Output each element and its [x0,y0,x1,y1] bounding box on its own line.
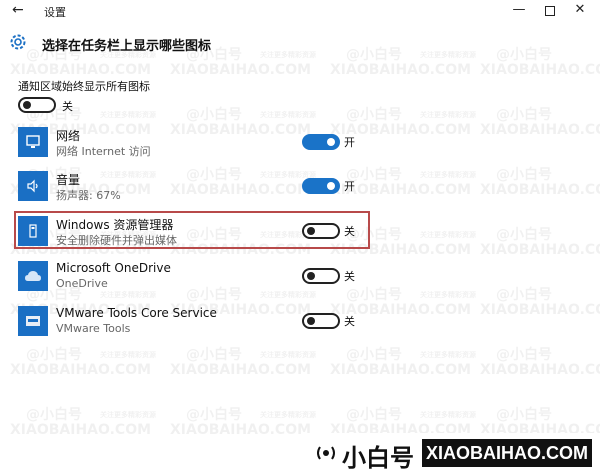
maximize-button[interactable] [539,2,561,20]
watermark-small: 关注更多精彩资源 [260,51,316,59]
watermark-domain: XIAOBAIHAO.COM [170,362,312,378]
onedrive-toggle[interactable] [302,268,340,284]
watermark-handle: @小白号 [496,107,552,123]
page-title: 选择在任务栏上显示哪些图标 [42,39,212,54]
toggle-knob [23,101,31,109]
broadcast-icon [317,446,335,460]
app-row-vmware: VMware Tools Core Service VMware Tools 关 [18,306,578,340]
network-toggle[interactable] [302,134,340,150]
watermark-handle: @小白号 [496,47,552,63]
app-tile [18,127,48,157]
brand-name-en: XIAOBAIHAO.COM [422,439,592,467]
vmware-toggle[interactable] [302,313,340,329]
title-bar: ← 设置 — ✕ [0,0,600,22]
toggle-knob [327,138,335,146]
watermark-small: 关注更多精彩资源 [100,111,156,119]
watermark-handle: @小白号 [346,107,402,123]
gear-icon [10,34,26,50]
watermark-small: 关注更多精彩资源 [420,351,476,359]
speaker-icon [27,179,38,193]
watermark-small: 关注更多精彩资源 [420,111,476,119]
watermark-small: 关注更多精彩资源 [260,111,316,119]
app-desc: 网络 Internet 访问 [56,145,151,158]
app-row-onedrive: Microsoft OneDrive OneDrive 关 [18,261,578,295]
explorer-toggle[interactable] [302,223,340,239]
volume-toggle[interactable] [302,178,340,194]
watermark-domain: XIAOBAIHAO.COM [330,362,472,378]
brand-name-cn: 小白号 [342,444,414,472]
app-desc: 扬声器: 67% [56,189,121,202]
watermark-small: 关注更多精彩资源 [100,411,156,419]
toggle-knob [307,227,315,235]
volume-state: 开 [344,180,355,193]
watermark-handle: @小白号 [186,407,242,423]
app-name: Windows 资源管理器 [56,218,174,232]
network-state: 开 [344,136,355,149]
usb-drive-icon [29,224,37,238]
toggle-knob [307,317,315,325]
app-name: 网络 [56,129,81,143]
watermark-small: 关注更多精彩资源 [260,411,316,419]
watermark-handle: @小白号 [26,347,82,363]
app-tile [18,216,48,246]
watermark-handle: @小白号 [346,47,402,63]
app-desc: OneDrive [56,277,108,290]
watermark-domain: XIAOBAIHAO.COM [480,362,600,378]
app-name: Microsoft OneDrive [56,261,171,275]
watermark-domain: XIAOBAIHAO.COM [10,62,152,78]
watermark-handle: @小白号 [346,347,402,363]
vmware-icon [26,316,40,326]
watermark-handle: @小白号 [186,107,242,123]
watermark-handle: @小白号 [186,347,242,363]
watermark-small: 关注更多精彩资源 [260,351,316,359]
app-desc: VMware Tools [56,322,131,335]
app-name: 音量 [56,173,81,187]
minimize-button[interactable]: — [508,2,530,20]
watermark-domain: XIAOBAIHAO.COM [170,422,312,438]
app-row-network: 网络 网络 Internet 访问 开 [18,127,578,161]
cloud-icon [25,271,41,281]
toggle-knob [327,182,335,190]
watermark-domain: XIAOBAIHAO.COM [10,362,152,378]
explorer-state: 关 [344,225,355,238]
always-show-toggle[interactable] [18,97,56,113]
watermark-handle: @小白号 [346,407,402,423]
watermark-domain: XIAOBAIHAO.COM [10,422,152,438]
vmware-state: 关 [344,315,355,328]
onedrive-state: 关 [344,270,355,283]
brand-watermark: 小白号 XIAOBAIHAO.COM [306,433,600,473]
watermark-small: 关注更多精彩资源 [420,51,476,59]
always-show-state: 关 [62,100,73,113]
app-tile [18,306,48,336]
toggle-knob [307,272,315,280]
back-arrow-icon[interactable]: ← [12,2,24,18]
watermark-small: 关注更多精彩资源 [100,351,156,359]
watermark-small: 关注更多精彩资源 [420,411,476,419]
app-desc: 安全删除硬件并弹出媒体 [56,234,177,247]
watermark-handle: @小白号 [26,407,82,423]
app-name: VMware Tools Core Service [56,306,217,320]
watermark-domain: XIAOBAIHAO.COM [480,62,600,78]
watermark-domain: XIAOBAIHAO.COM [170,62,312,78]
app-row-volume: 音量 扬声器: 67% 开 [18,171,578,205]
maximize-icon [545,6,555,16]
watermark-handle: @小白号 [496,347,552,363]
close-button[interactable]: ✕ [569,2,591,20]
always-show-label: 通知区域始终显示所有图标 [18,80,150,93]
window-title: 设置 [44,6,66,19]
watermark-handle: @小白号 [496,407,552,423]
watermark-domain: XIAOBAIHAO.COM [330,62,472,78]
app-tile [18,171,48,201]
app-tile [18,261,48,291]
app-row-explorer: Windows 资源管理器 安全删除硬件并弹出媒体 关 [18,216,578,250]
network-monitor-icon [26,135,40,148]
